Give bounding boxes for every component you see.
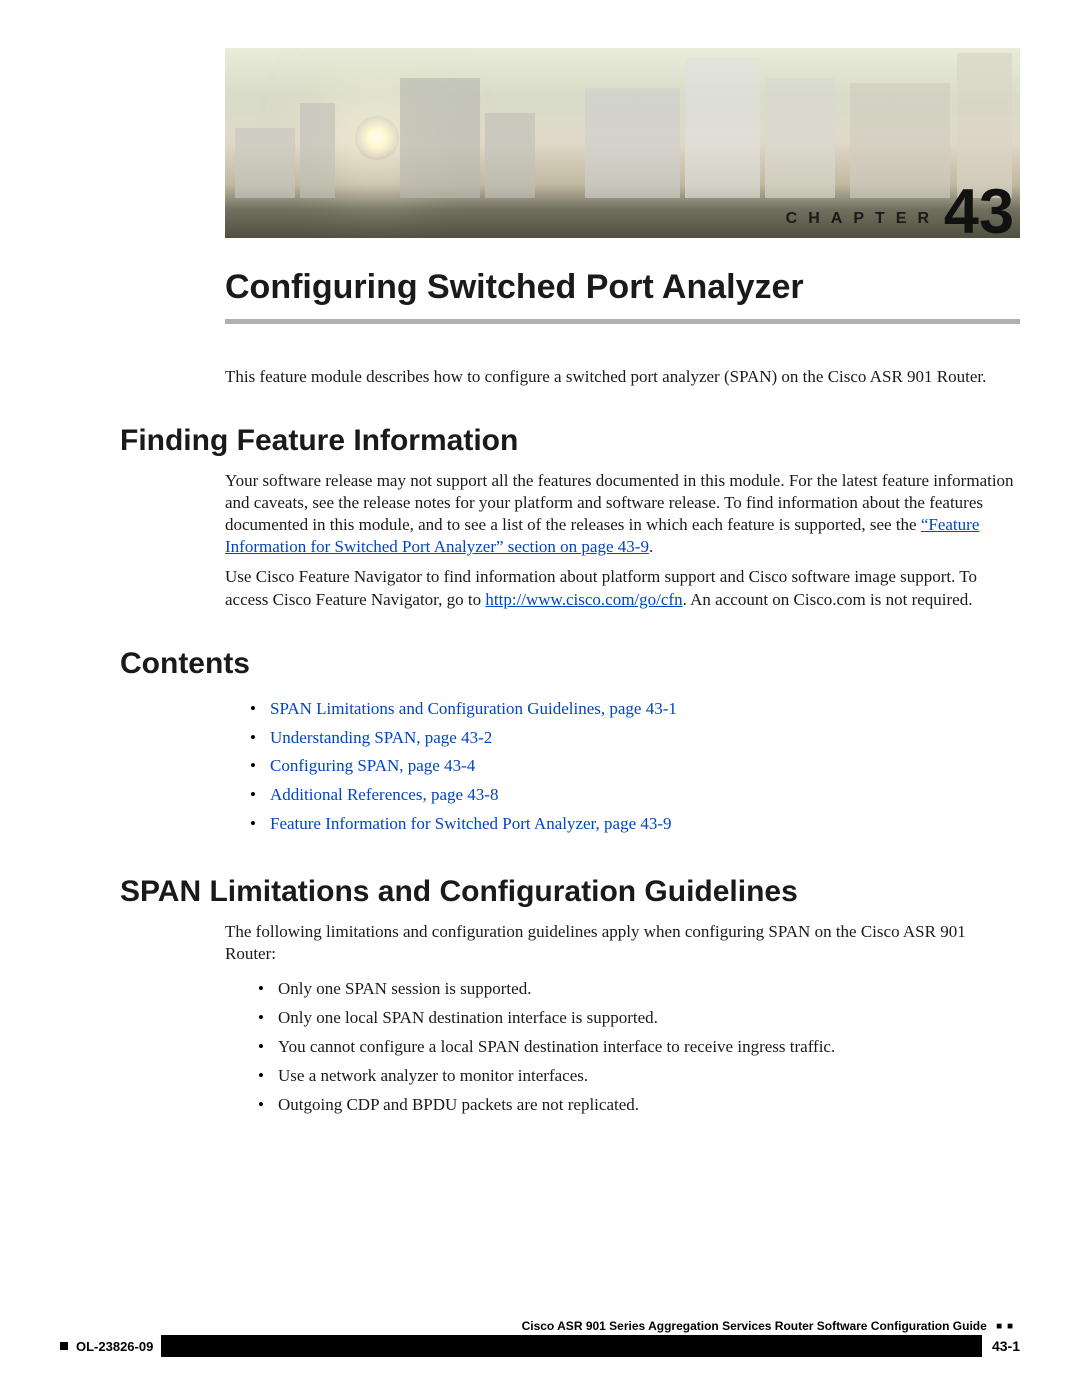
building-graphic [585, 88, 680, 198]
building-graphic [300, 103, 335, 198]
building-graphic [850, 83, 950, 198]
finding-para1-post: . [649, 537, 653, 556]
building-graphic [765, 78, 835, 198]
toc-item: Configuring SPAN, page 43-4 [250, 752, 1020, 781]
list-item: Outgoing CDP and BPDU packets are not re… [258, 1091, 1020, 1120]
page-title: Configuring Switched Port Analyzer [225, 268, 1020, 307]
page-footer: Cisco ASR 901 Series Aggregation Service… [60, 1319, 1020, 1357]
finding-para2-post: . An account on Cisco.com is not require… [683, 590, 973, 609]
building-graphic [235, 128, 295, 198]
list-item: You cannot configure a local SPAN destin… [258, 1033, 1020, 1062]
footer-doc-id-wrap: OL-23826-09 [60, 1334, 161, 1358]
section-heading-contents: Contents [120, 647, 1020, 681]
toc-item: SPAN Limitations and Configuration Guide… [250, 695, 1020, 724]
chapter-banner: CHAPTER 43 [225, 48, 1020, 238]
limitations-intro-text: The following limitations and configurat… [225, 921, 1020, 965]
toc-link-feature-information[interactable]: Feature Information for Switched Port An… [270, 814, 672, 833]
finding-body: Your software release may not support al… [225, 470, 1020, 611]
building-graphic [485, 113, 535, 198]
footer-squares-icon: ■ ■ [996, 1321, 1014, 1332]
sun-graphic [355, 116, 399, 160]
footer-bar: OL-23826-09 43-1 [60, 1335, 1020, 1357]
toc-link-understanding-span[interactable]: Understanding SPAN, page 43-2 [270, 728, 492, 747]
toc-link-configuring-span[interactable]: Configuring SPAN, page 43-4 [270, 756, 475, 775]
toc-link-span-limitations[interactable]: SPAN Limitations and Configuration Guide… [270, 699, 677, 718]
footer-page-number: 43-1 [982, 1334, 1020, 1358]
chapter-number: 43 [944, 176, 1014, 238]
limitations-intro: The following limitations and configurat… [225, 921, 1020, 965]
toc-item: Understanding SPAN, page 43-2 [250, 724, 1020, 753]
footer-square-icon [60, 1342, 68, 1350]
title-rule [225, 319, 1020, 324]
toc-link-additional-references[interactable]: Additional References, page 43-8 [270, 785, 498, 804]
limitations-list: Only one SPAN session is supported. Only… [258, 975, 1020, 1119]
footer-doc-id: OL-23826-09 [76, 1339, 153, 1354]
building-graphic [685, 58, 760, 198]
toc-item: Additional References, page 43-8 [250, 781, 1020, 810]
contents-list: SPAN Limitations and Configuration Guide… [250, 695, 1020, 839]
building-graphic [400, 78, 480, 198]
intro-paragraph: This feature module describes how to con… [225, 366, 1020, 388]
list-item: Only one SPAN session is supported. [258, 975, 1020, 1004]
page: CHAPTER 43 Configuring Switched Port Ana… [0, 0, 1080, 1397]
footer-guide-text: Cisco ASR 901 Series Aggregation Service… [522, 1319, 987, 1333]
section-heading-limitations: SPAN Limitations and Configuration Guide… [120, 875, 1020, 909]
footer-guide-title: Cisco ASR 901 Series Aggregation Service… [60, 1319, 1020, 1335]
cfn-link[interactable]: http://www.cisco.com/go/cfn [485, 590, 682, 609]
list-item: Only one local SPAN destination interfac… [258, 1004, 1020, 1033]
toc-item: Feature Information for Switched Port An… [250, 810, 1020, 839]
finding-para1-pre: Your software release may not support al… [225, 471, 1014, 534]
chapter-label: CHAPTER [786, 210, 940, 228]
section-heading-finding: Finding Feature Information [120, 424, 1020, 458]
list-item: Use a network analyzer to monitor interf… [258, 1062, 1020, 1091]
